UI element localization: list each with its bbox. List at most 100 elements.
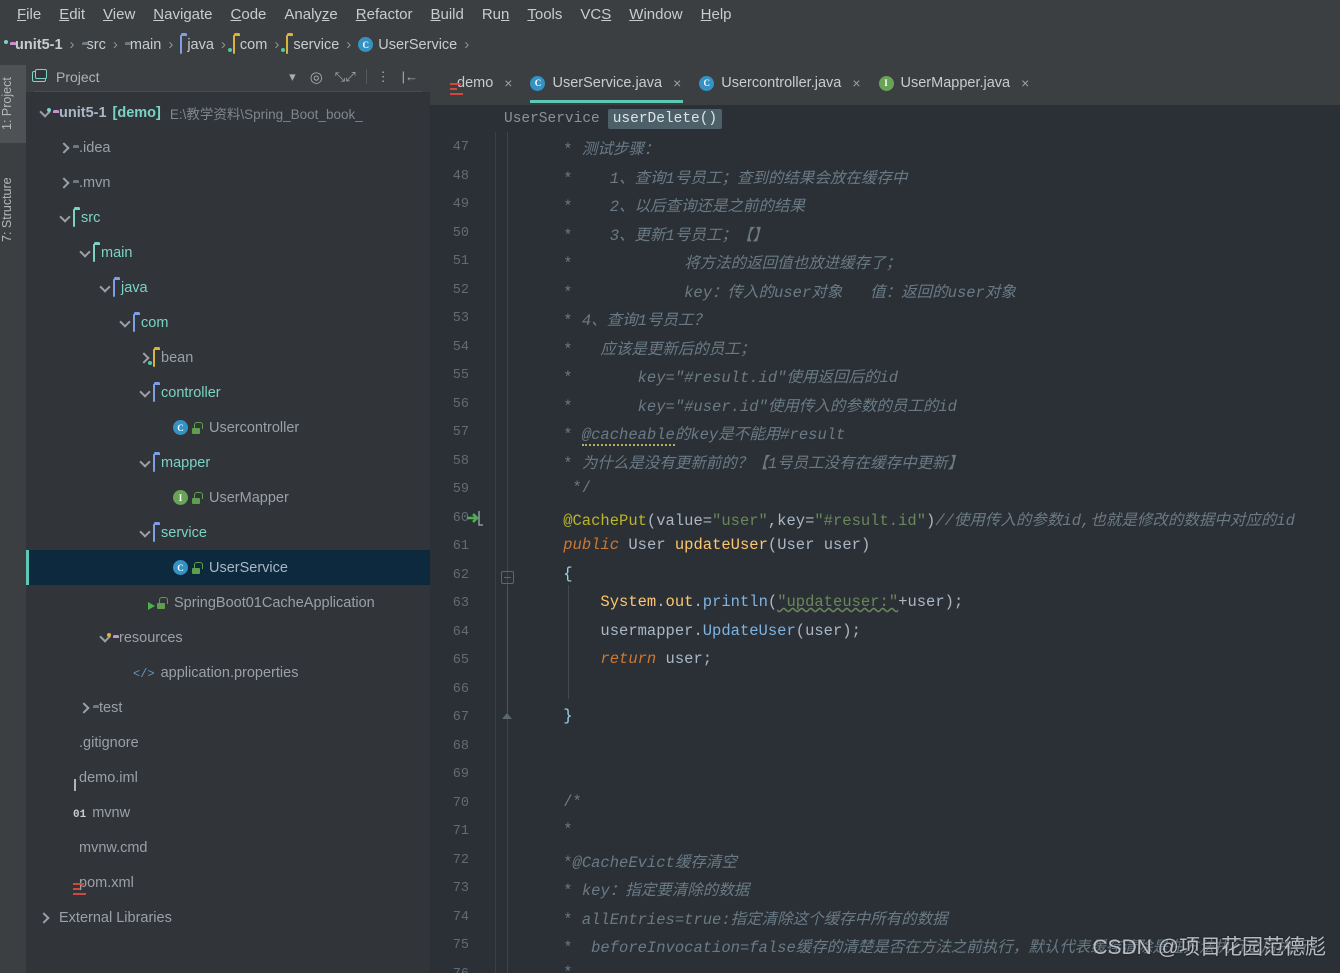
menu-view[interactable]: View — [94, 4, 144, 25]
chevron-down-icon[interactable]: ▾ — [289, 69, 296, 85]
chevron-right-icon[interactable] — [38, 911, 51, 924]
editor-tab-demo[interactable]: demo × — [442, 61, 522, 105]
chevron-down-icon[interactable] — [138, 386, 151, 399]
menu-help[interactable]: Help — [692, 4, 741, 25]
code-line[interactable]: System.out.println("updateuser:"+user); — [526, 593, 963, 611]
tree-item-bean[interactable]: bean — [26, 340, 430, 375]
code-line[interactable]: return user; — [526, 650, 712, 668]
chevron-right-icon[interactable] — [78, 701, 91, 714]
code-line[interactable]: * — [526, 964, 572, 973]
editor-tab-bar[interactable]: demo × C UserService.java × C Usercontroller.j… — [430, 61, 1340, 105]
breadcrumb-item-java[interactable]: java — [180, 34, 214, 54]
tree-item-src[interactable]: src — [26, 200, 430, 235]
menu-run[interactable]: Run — [473, 4, 519, 25]
chevron-down-icon[interactable] — [78, 246, 91, 259]
tree-item-service[interactable]: service — [26, 515, 430, 550]
editor-breadcrumb-class[interactable]: UserService — [504, 111, 600, 127]
menu-navigate[interactable]: Navigate — [144, 4, 221, 25]
breadcrumb-item-userservice[interactable]: C UserService — [358, 37, 457, 53]
tree-item-unit5-1[interactable]: unit5-1 [demo] E:\教学资料\Spring_Boot_book_ — [26, 95, 430, 130]
tree-item-mapper[interactable]: mapper — [26, 445, 430, 480]
breadcrumb-item-main[interactable]: main — [125, 37, 161, 53]
tree-item-main[interactable]: main — [26, 235, 430, 270]
menu-window[interactable]: Window — [620, 4, 691, 25]
breadcrumb-item-service[interactable]: service — [286, 34, 339, 54]
code-content[interactable]: * 测试步骤： * 1、查询1号员工；查到的结果会放在缓存中 * 2、以后查询还… — [520, 132, 1340, 973]
tree-item-test[interactable]: test — [26, 690, 430, 725]
stripe-button-project[interactable]: 1: Project — [0, 65, 26, 143]
tree-item--gitignore[interactable]: .gitignore — [26, 725, 430, 760]
editor-tab-usermapper-java[interactable]: I UserMapper.java × — [871, 61, 1040, 105]
tree-item-mvnw-cmd[interactable]: mvnw.cmd — [26, 830, 430, 865]
close-icon[interactable]: × — [1021, 75, 1029, 91]
chevron-right-icon[interactable] — [58, 176, 71, 189]
code-line[interactable]: * 应该是更新后的员工； — [526, 337, 755, 359]
code-line[interactable]: * 测试步骤： — [526, 137, 659, 159]
tree-item-demo-iml[interactable]: demo.iml — [26, 760, 430, 795]
collapse-all-icon[interactable]: ⤡⤢ — [335, 69, 356, 85]
more-icon[interactable]: ⋮ — [377, 69, 390, 85]
tree-item-usermapper[interactable]: I UserMapper — [26, 480, 430, 515]
chevron-down-icon[interactable] — [138, 526, 151, 539]
code-line[interactable]: * 1、查询1号员工；查到的结果会放在缓存中 — [526, 166, 907, 188]
close-icon[interactable]: × — [673, 75, 681, 91]
menu-refactor[interactable]: Refactor — [347, 4, 422, 25]
chevron-down-icon[interactable] — [138, 456, 151, 469]
code-line[interactable]: * 将方法的返回值也放进缓存了； — [526, 251, 901, 273]
breadcrumb-item-unit5-1[interactable]: unit5-1 — [10, 37, 63, 53]
tree-item-controller[interactable]: controller — [26, 375, 430, 410]
editor-tab-userservice-java[interactable]: C UserService.java × — [522, 61, 691, 105]
tree-item-java[interactable]: java — [26, 270, 430, 305]
code-line[interactable]: * 2、以后查询还是之前的结果 — [526, 194, 805, 216]
menu-file[interactable]: File — [8, 4, 50, 25]
tree-item-mvnw[interactable]: 01 mvnw — [26, 795, 430, 830]
tree-item-pom-xml[interactable]: pom.xml — [26, 865, 430, 900]
breadcrumb-item-src[interactable]: src — [82, 37, 106, 53]
menu-tools[interactable]: Tools — [518, 4, 571, 25]
menu-code[interactable]: Code — [222, 4, 276, 25]
code-line[interactable]: * @cacheable的key是不能用#result — [526, 422, 845, 446]
code-line[interactable]: * allEntries=true:指定清除这个缓存中所有的数据 — [526, 907, 947, 929]
tree-item-application-properties[interactable]: </> application.properties — [26, 655, 430, 690]
fold-region-end-icon[interactable] — [502, 713, 512, 719]
code-line[interactable]: * key="#result.id"使用返回后的id — [526, 365, 898, 387]
close-icon[interactable]: × — [504, 75, 512, 91]
code-folding-gutter[interactable] — [495, 132, 520, 973]
tree-item-usercontroller[interactable]: C Usercontroller — [26, 410, 430, 445]
editor-tab-usercontroller-java[interactable]: C Usercontroller.java × — [691, 61, 870, 105]
code-line[interactable]: @CachePut(value="user",key="#result.id")… — [526, 508, 1295, 530]
tree-item-com[interactable]: com — [26, 305, 430, 340]
tree-item-external-libraries[interactable]: External Libraries — [26, 900, 430, 935]
code-line[interactable]: * key="#user.id"使用传入的参数的员工的id — [526, 394, 957, 416]
code-line[interactable]: * 4、查询1号员工？ — [526, 308, 709, 330]
code-line[interactable]: *@CacheEvict缓存清空 — [526, 850, 737, 872]
code-line[interactable]: * key：传入的user对象 值：返回的user对象 — [526, 280, 1016, 302]
target-icon[interactable]: ◎ — [310, 68, 323, 86]
menu-vcs[interactable]: VCS — [571, 4, 620, 25]
fold-collapse-icon[interactable] — [501, 570, 514, 584]
menu-edit[interactable]: Edit — [50, 4, 94, 25]
code-line[interactable]: */ — [526, 479, 592, 497]
chevron-down-icon[interactable] — [98, 281, 111, 294]
code-line[interactable]: } — [526, 707, 572, 725]
hide-icon[interactable]: |← — [402, 69, 418, 84]
chevron-right-icon[interactable] — [58, 141, 71, 154]
tree-item-userservice[interactable]: C UserService — [26, 550, 430, 585]
editor-breadcrumb-member[interactable]: userDelete() — [607, 108, 723, 129]
implementing-method-icon[interactable] — [466, 509, 486, 527]
line-number-gutter[interactable]: 47 48 49 50 51 52 53 54 55 56 57 58 59 60 61 62 63 64 65 66… — [430, 132, 495, 973]
code-line[interactable]: * 为什么是没有更新前的？【1号员工没有在缓存中更新】 — [526, 451, 963, 473]
editor-breadcrumb[interactable]: UserService userDelete() — [430, 105, 1340, 132]
code-line[interactable]: { — [526, 565, 572, 583]
breadcrumb-item-com[interactable]: com — [232, 34, 267, 54]
code-line[interactable]: * 3、更新1号员工；【】 — [526, 223, 768, 245]
code-line[interactable]: * key：指定要清除的数据 — [526, 878, 749, 900]
project-tree[interactable]: unit5-1 [demo] E:\教学资料\Spring_Boot_book_ .i… — [26, 92, 430, 973]
code-line[interactable]: /* — [526, 793, 582, 811]
chevron-down-icon[interactable] — [118, 316, 131, 329]
code-line[interactable]: usermapper.UpdateUser(user); — [526, 622, 860, 640]
code-line[interactable]: public User updateUser(User user) — [526, 536, 870, 554]
close-icon[interactable]: × — [852, 75, 860, 91]
tree-item-resources[interactable]: resources — [26, 620, 430, 655]
code-line[interactable]: * — [526, 821, 572, 839]
